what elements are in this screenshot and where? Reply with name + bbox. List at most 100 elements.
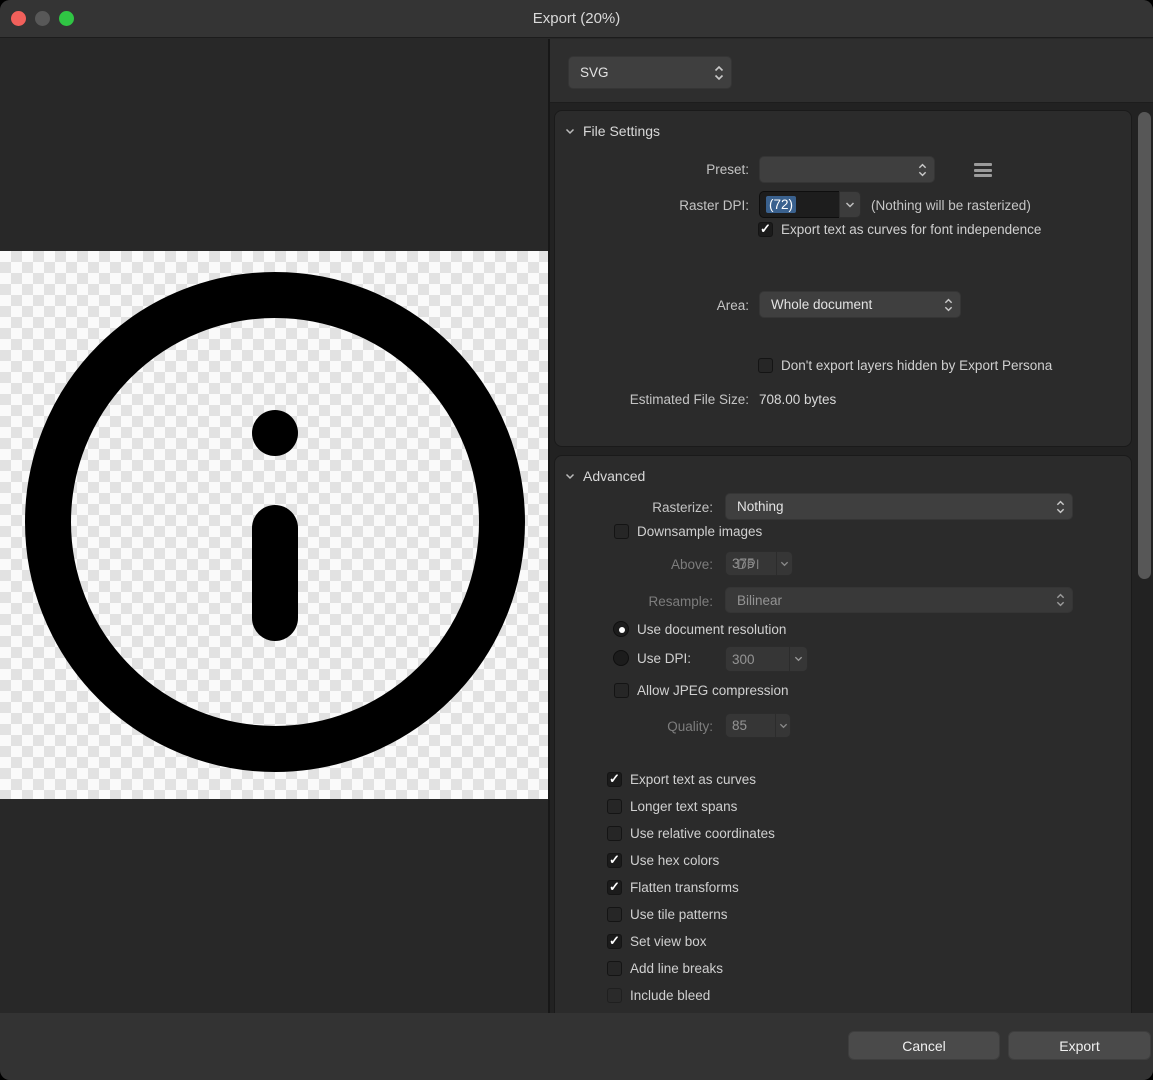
stepper-icon	[944, 297, 953, 312]
format-select-value: SVG	[580, 65, 609, 80]
file-settings-title: File Settings	[583, 123, 660, 139]
downsample-images-checkbox[interactable]: Downsample images	[614, 524, 762, 539]
use-dpi-radio[interactable]: Use DPI:	[613, 650, 691, 666]
resample-select: Bilinear	[725, 587, 1073, 613]
above-unit: DPI	[737, 557, 797, 572]
option-checkbox-row[interactable]: Add line breaks	[607, 958, 723, 978]
checkbox-icon[interactable]	[758, 358, 773, 373]
option-label: Use hex colors	[630, 853, 719, 868]
stepper-icon	[918, 162, 927, 177]
option-checkbox-row[interactable]: Flatten transforms	[607, 877, 739, 897]
export-preview-canvas[interactable]	[0, 39, 548, 1013]
option-label: Add line breaks	[630, 961, 723, 976]
artboard-transparency-checker	[0, 251, 548, 799]
option-label: Flatten transforms	[630, 880, 739, 895]
rasterize-label: Rasterize:	[555, 500, 713, 515]
option-checkbox-row[interactable]: Longer text spans	[607, 796, 737, 816]
rasterize-select-value: Nothing	[737, 499, 784, 514]
preset-menu-icon[interactable]	[974, 162, 992, 178]
checkbox-icon[interactable]	[614, 524, 629, 539]
advanced-header[interactable]: Advanced	[565, 468, 645, 484]
downsample-images-label: Downsample images	[637, 524, 762, 539]
advanced-title: Advanced	[583, 468, 645, 484]
option-checkbox-row[interactable]: Use hex colors	[607, 850, 719, 870]
radio-icon[interactable]	[613, 621, 629, 637]
stepper-icon	[714, 65, 724, 81]
advanced-group: Advanced Rasterize: Nothing Downsample i…	[554, 455, 1132, 1055]
checkbox-icon[interactable]	[607, 853, 622, 868]
resample-select-value: Bilinear	[737, 593, 782, 608]
export-button[interactable]: Export	[1008, 1031, 1151, 1060]
dialog-footer: Cancel Export	[0, 1013, 1153, 1080]
checkbox-icon[interactable]	[607, 772, 622, 787]
option-checkbox-row[interactable]: Use relative coordinates	[607, 823, 775, 843]
scrollbar-thumb[interactable]	[1138, 112, 1151, 579]
preset-select[interactable]	[759, 156, 935, 183]
stepper-icon	[1056, 499, 1065, 514]
checkbox-icon[interactable]	[607, 907, 622, 922]
checkbox-icon[interactable]	[614, 683, 629, 698]
option-checkbox-row[interactable]: Include bleed	[607, 985, 710, 1005]
export-dialog: Export (20%) SVG File Setti	[0, 0, 1153, 1080]
cancel-button[interactable]: Cancel	[848, 1031, 1000, 1060]
use-dpi-label: Use DPI:	[637, 651, 691, 666]
estimated-size-value: 708.00 bytes	[759, 392, 836, 407]
use-document-resolution-label: Use document resolution	[637, 622, 786, 637]
raster-dpi-combo[interactable]: (72)	[759, 191, 861, 218]
checkbox-icon[interactable]	[607, 799, 622, 814]
option-label: Set view box	[630, 934, 707, 949]
dropdown-arrow-icon	[775, 713, 791, 738]
window-title: Export (20%)	[0, 0, 1153, 38]
raster-dpi-note: (Nothing will be rasterized)	[871, 198, 1031, 213]
rasterize-select[interactable]: Nothing	[725, 493, 1073, 520]
option-label: Use relative coordinates	[630, 826, 775, 841]
checkbox-icon[interactable]	[607, 934, 622, 949]
export-text-curves-font-label: Export text as curves for font independe…	[781, 222, 1041, 237]
export-settings-panel: SVG File Settings Preset: Raster DPI:	[548, 39, 1153, 1013]
format-strip: SVG	[550, 39, 1153, 103]
area-select-value: Whole document	[771, 297, 872, 312]
option-label: Use tile patterns	[630, 907, 728, 922]
dropdown-arrow-icon[interactable]	[789, 646, 808, 672]
option-label: Longer text spans	[630, 799, 737, 814]
option-checkbox-row[interactable]: Use tile patterns	[607, 904, 728, 924]
dont-export-hidden-checkbox[interactable]: Don't export layers hidden by Export Per…	[758, 358, 1052, 373]
format-select[interactable]: SVG	[568, 56, 732, 89]
raster-dpi-value: (72)	[766, 196, 796, 213]
file-settings-header[interactable]: File Settings	[565, 123, 660, 139]
above-label: Above:	[555, 557, 713, 572]
checkbox-icon[interactable]	[607, 880, 622, 895]
checkbox-icon[interactable]	[607, 961, 622, 976]
area-label: Area:	[555, 298, 749, 313]
export-text-curves-font-checkbox[interactable]: Export text as curves for font independe…	[758, 222, 1041, 237]
checkbox-icon[interactable]	[607, 826, 622, 841]
allow-jpeg-compression-label: Allow JPEG compression	[637, 683, 789, 698]
area-select[interactable]: Whole document	[759, 291, 961, 318]
use-dpi-value: 300	[725, 646, 789, 672]
titlebar[interactable]: Export (20%)	[0, 0, 1153, 38]
option-label: Include bleed	[630, 988, 710, 1003]
option-checkbox-row[interactable]: Set view box	[607, 931, 707, 951]
preset-label: Preset:	[555, 162, 749, 177]
checkbox-icon[interactable]	[607, 988, 622, 1003]
quality-value: 85	[725, 713, 775, 738]
dropdown-arrow-icon[interactable]	[839, 191, 861, 218]
info-icon-artwork	[0, 251, 548, 799]
checkbox-icon[interactable]	[758, 222, 773, 237]
resample-label: Resample:	[555, 594, 713, 609]
file-settings-group: File Settings Preset: Raster DPI: (72) (…	[554, 110, 1132, 447]
allow-jpeg-compression-checkbox[interactable]: Allow JPEG compression	[614, 683, 789, 698]
dont-export-hidden-label: Don't export layers hidden by Export Per…	[781, 358, 1052, 373]
use-dpi-combo[interactable]: 300	[725, 646, 808, 672]
chevron-down-icon	[565, 128, 575, 135]
radio-icon[interactable]	[613, 650, 629, 666]
use-document-resolution-radio[interactable]: Use document resolution	[613, 621, 786, 637]
chevron-down-icon	[565, 473, 575, 480]
quality-label: Quality:	[555, 719, 713, 734]
stepper-icon	[1056, 593, 1065, 608]
estimated-size-label: Estimated File Size:	[555, 392, 749, 407]
quality-combo: 85	[725, 713, 791, 738]
option-label: Export text as curves	[630, 772, 756, 787]
option-checkbox-row[interactable]: Export text as curves	[607, 769, 756, 789]
raster-dpi-label: Raster DPI:	[555, 198, 749, 213]
